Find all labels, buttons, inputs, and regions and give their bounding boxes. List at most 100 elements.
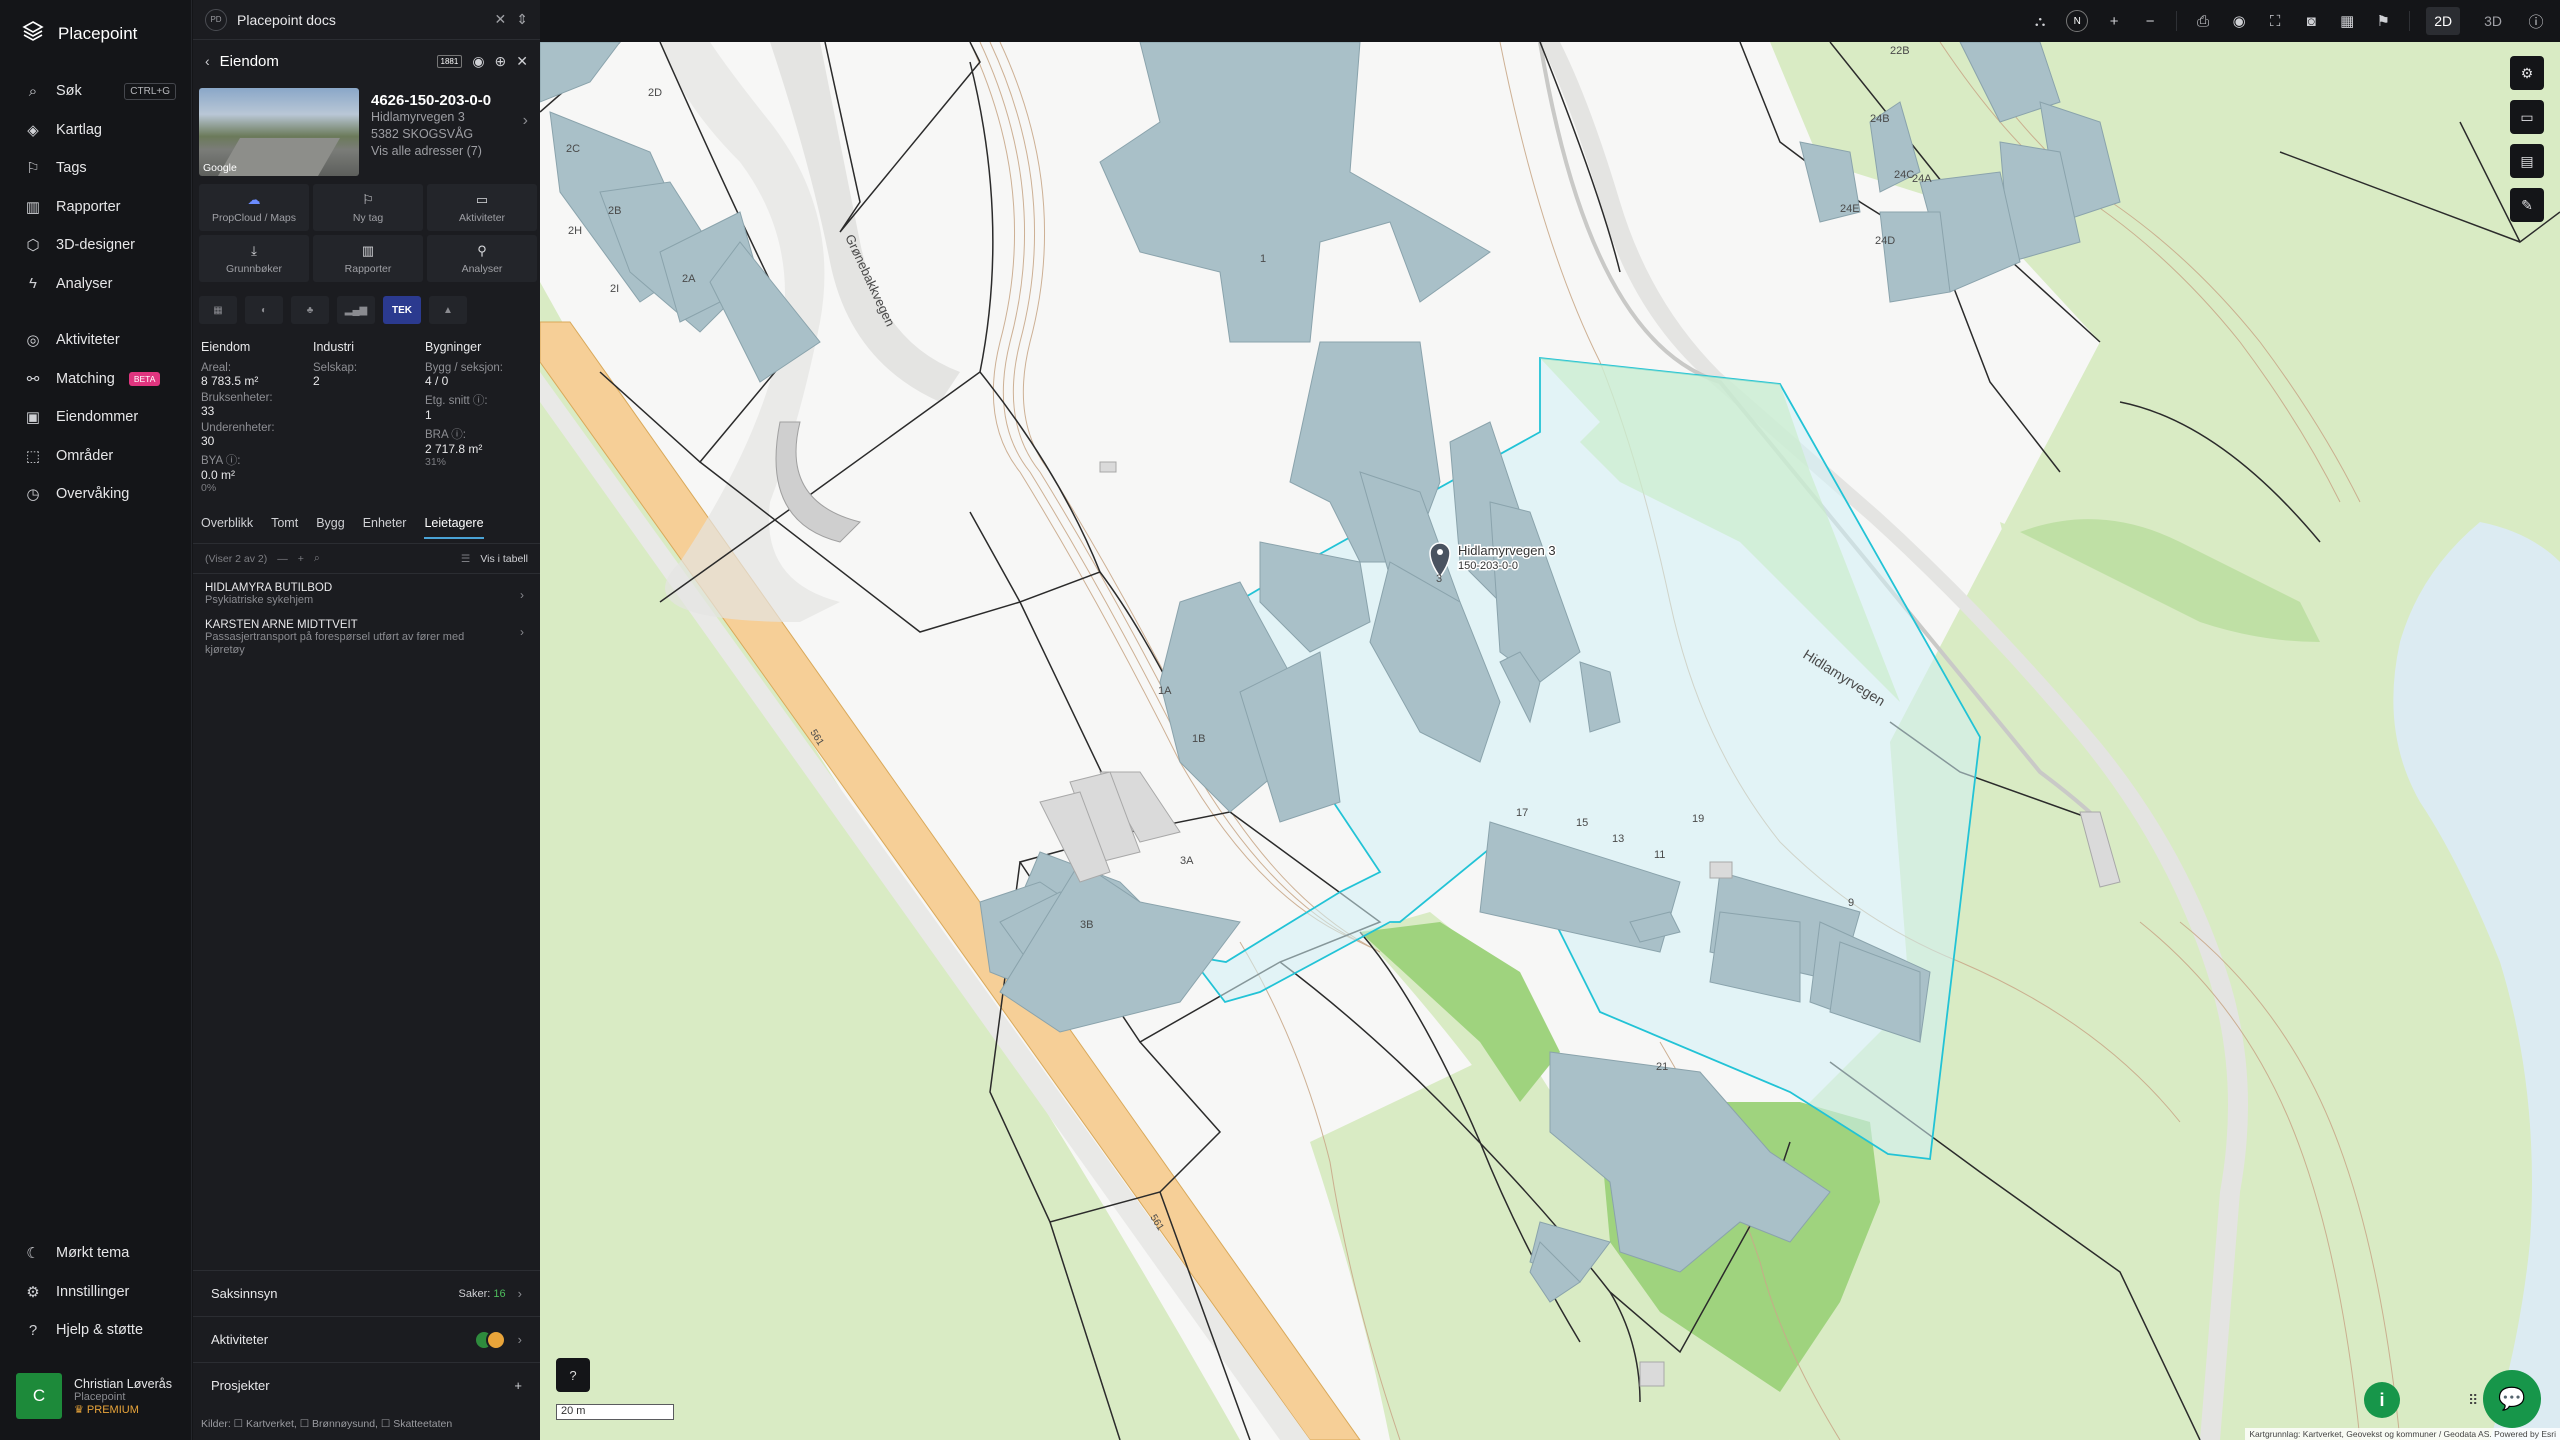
- expand-icon[interactable]: ⇕: [516, 11, 528, 28]
- areal-value: 8 783.5 m²: [201, 374, 259, 388]
- nav-item-analyser[interactable]: ϟ Analyser: [0, 265, 192, 304]
- section-saksinnsyn[interactable]: Saksinnsyn Saker: 16 ›: [193, 1270, 540, 1316]
- action-grunnb-ker[interactable]: ⤓ Grunnbøker: [199, 235, 309, 282]
- tab-tomt[interactable]: Tomt: [271, 516, 298, 537]
- tab-bygg[interactable]: Bygg: [316, 516, 345, 537]
- property-summary[interactable]: Google 4626-150-203-0-0 Hidlamyrvegen 3 …: [193, 82, 540, 178]
- add-project-icon[interactable]: +: [514, 1378, 522, 1393]
- layer-6-icon[interactable]: ▲: [429, 296, 467, 324]
- ruler-tool-icon[interactable]: ▭: [2510, 100, 2544, 134]
- draw-tool-icon[interactable]: ✎: [2510, 188, 2544, 222]
- bruks-label: Bruksenheter:: [201, 392, 273, 404]
- close-icon[interactable]: ✕: [495, 11, 507, 28]
- collapse-icon[interactable]: —: [277, 553, 288, 565]
- all-addresses-link[interactable]: Vis alle adresser (7): [371, 143, 534, 160]
- eye-icon[interactable]: ◉: [2229, 12, 2249, 30]
- brand[interactable]: Placepoint: [22, 20, 137, 47]
- action-label: Analyser: [461, 262, 503, 275]
- nav-item-hjelp-st-tte[interactable]: ? Hjelp & støtte: [0, 1311, 192, 1350]
- layer-1-icon[interactable]: ▦: [199, 296, 237, 324]
- action-label: Aktiviteter: [458, 211, 506, 224]
- tab-leietagere[interactable]: Leietagere: [424, 516, 484, 539]
- action-rapporter[interactable]: ▥ Rapporter: [313, 235, 423, 282]
- stats-bygninger-title: Bygninger: [425, 340, 482, 354]
- tek-tab[interactable]: TEK: [383, 296, 421, 324]
- fullscreen-icon[interactable]: ⛶: [2265, 13, 2285, 30]
- print-icon[interactable]: ⎙: [2193, 13, 2213, 30]
- nav-bottom: ☾ Mørkt tema ⚙ Innstillinger? Hjelp & støtte: [0, 1234, 192, 1350]
- layer-tabs: ▦ ◐ ♣ ▂▄▆ TEK ▲: [193, 288, 540, 332]
- map-canvas[interactable]: Grønebakkvegen Hidlamyrvegen Hidlamyrveg…: [540, 42, 2560, 1440]
- nav-item-aktiviteter[interactable]: ◎ Aktiviteter: [0, 321, 192, 360]
- nav-item-innstillinger[interactable]: ⚙ Innstillinger: [0, 1273, 192, 1312]
- measure-icon[interactable]: ⛬: [2030, 13, 2050, 30]
- grid-icon[interactable]: ▦: [2337, 12, 2357, 30]
- nav-item-m-rkt-tema[interactable]: ☾ Mørkt tema: [0, 1234, 192, 1273]
- tenant-description: Psykiatriske sykehjem: [205, 594, 314, 606]
- compass-icon[interactable]: N: [2066, 10, 2089, 32]
- zoom-out-icon[interactable]: −: [2140, 13, 2160, 30]
- zoom-in-icon[interactable]: +: [2104, 13, 2124, 30]
- nav-item-eiendommer[interactable]: ▣ Eiendommer: [0, 398, 192, 437]
- nav-item-rapporter[interactable]: ▥ Rapporter: [0, 188, 192, 227]
- mode-3d-button[interactable]: 3D: [2476, 7, 2510, 35]
- camera-icon[interactable]: ◙: [2301, 13, 2321, 30]
- street-view-photo[interactable]: Google: [199, 88, 359, 176]
- chart-tool-icon[interactable]: ▤: [2510, 144, 2544, 178]
- eye-icon[interactable]: ◉: [472, 53, 484, 70]
- bookmark-icon[interactable]: ⚑: [2373, 12, 2393, 30]
- info-icon[interactable]: ⓘ: [2526, 11, 2546, 32]
- user-card[interactable]: C Christian Løverås Placepoint ♛ PREMIUM: [16, 1370, 178, 1422]
- section-prosjekter[interactable]: Prosjekter +: [193, 1362, 540, 1408]
- workspace-tab[interactable]: PD Placepoint docs ✕ ⇕: [193, 0, 540, 40]
- user-name: Christian Løverås: [74, 1376, 172, 1391]
- marker-title: Hidlamyrvegen 3: [1458, 543, 1556, 558]
- left-nav: Placepoint ⌕ Søk CTRL+G ◈ Kartlag ⚐ Tags ▥ Rappo…: [0, 0, 192, 1440]
- target-icon[interactable]: ⊕: [495, 53, 507, 70]
- nav-label: Mørkt tema: [56, 1245, 130, 1262]
- nav-item-matching[interactable]: ⚯ Matching BETA: [0, 360, 192, 399]
- layer-2-icon[interactable]: ◐: [245, 296, 283, 324]
- nav-item-omr-der[interactable]: ⬚ Områder: [0, 437, 192, 476]
- property-panel: PD Placepoint docs ✕ ⇕ ‹ Eiendom 1881 ◉ …: [193, 0, 540, 1440]
- map-layers-tool-icon[interactable]: ⚙: [2510, 56, 2544, 90]
- layer-4-icon[interactable]: ▂▄▆: [337, 296, 375, 324]
- tab-enheter[interactable]: Enheter: [363, 516, 407, 537]
- add-icon[interactable]: +: [298, 553, 304, 565]
- 1881-badge[interactable]: 1881: [436, 54, 463, 68]
- action-aktiviteter[interactable]: ▭ Aktiviteter: [427, 184, 537, 231]
- search-icon[interactable]: ⌕: [314, 552, 320, 565]
- section-aktiviteter[interactable]: Aktiviteter ›: [193, 1316, 540, 1362]
- chevron-right-icon[interactable]: ›: [523, 112, 528, 130]
- tab-overblikk[interactable]: Overblikk: [201, 516, 253, 537]
- building-label: 24D: [1875, 235, 1895, 247]
- property-postal: 5382 SKOGSVÅG: [371, 127, 474, 141]
- beta-badge: BETA: [128, 371, 161, 386]
- table-icon[interactable]: ☰: [461, 553, 470, 565]
- close-panel-icon[interactable]: ✕: [516, 53, 528, 70]
- nav-item-3d-designer[interactable]: ⬡ 3D-designer: [0, 226, 192, 265]
- nav-item-kartlag[interactable]: ◈ Kartlag: [0, 111, 192, 150]
- tenant-list: HIDLAMYRA BUTILBOD Psykiatriske sykehjem ›…: [193, 574, 540, 661]
- action-propcloud-maps[interactable]: ☁ PropCloud / Maps: [199, 184, 309, 231]
- list-item[interactable]: KARSTEN ARNE MIDTTVEIT Passasjertransport…: [193, 611, 540, 661]
- nav-item-s-k[interactable]: ⌕ Søk CTRL+G: [0, 72, 192, 111]
- bra-value: 2 717.8 m²: [425, 442, 483, 456]
- action-analyser[interactable]: ⚲ Analyser: [427, 235, 537, 282]
- mode-2d-button[interactable]: 2D: [2426, 7, 2461, 35]
- apps-grid-icon[interactable]: ⠿: [2468, 1392, 2478, 1409]
- building-label: 24B: [1870, 113, 1890, 125]
- table-toggle[interactable]: Vis i tabell: [480, 553, 528, 565]
- nav-label: Tags: [56, 160, 87, 177]
- building-label: 2D: [648, 87, 662, 99]
- info-button[interactable]: i: [2364, 1382, 2400, 1418]
- layer-3-icon[interactable]: ♣: [291, 296, 329, 324]
- action-ny-tag[interactable]: ⚐ Ny tag: [313, 184, 423, 231]
- chat-button[interactable]: 💬: [2483, 1370, 2541, 1428]
- nav-item-tags[interactable]: ⚐ Tags: [0, 149, 192, 188]
- map-help-icon[interactable]: ?: [556, 1358, 590, 1392]
- list-item[interactable]: HIDLAMYRA BUTILBOD Psykiatriske sykehjem ›: [193, 574, 540, 611]
- nav-item-overv-king[interactable]: ◷ Overvåking: [0, 475, 192, 514]
- back-icon[interactable]: ‹: [205, 53, 210, 69]
- marker-number: 3: [1436, 573, 1442, 585]
